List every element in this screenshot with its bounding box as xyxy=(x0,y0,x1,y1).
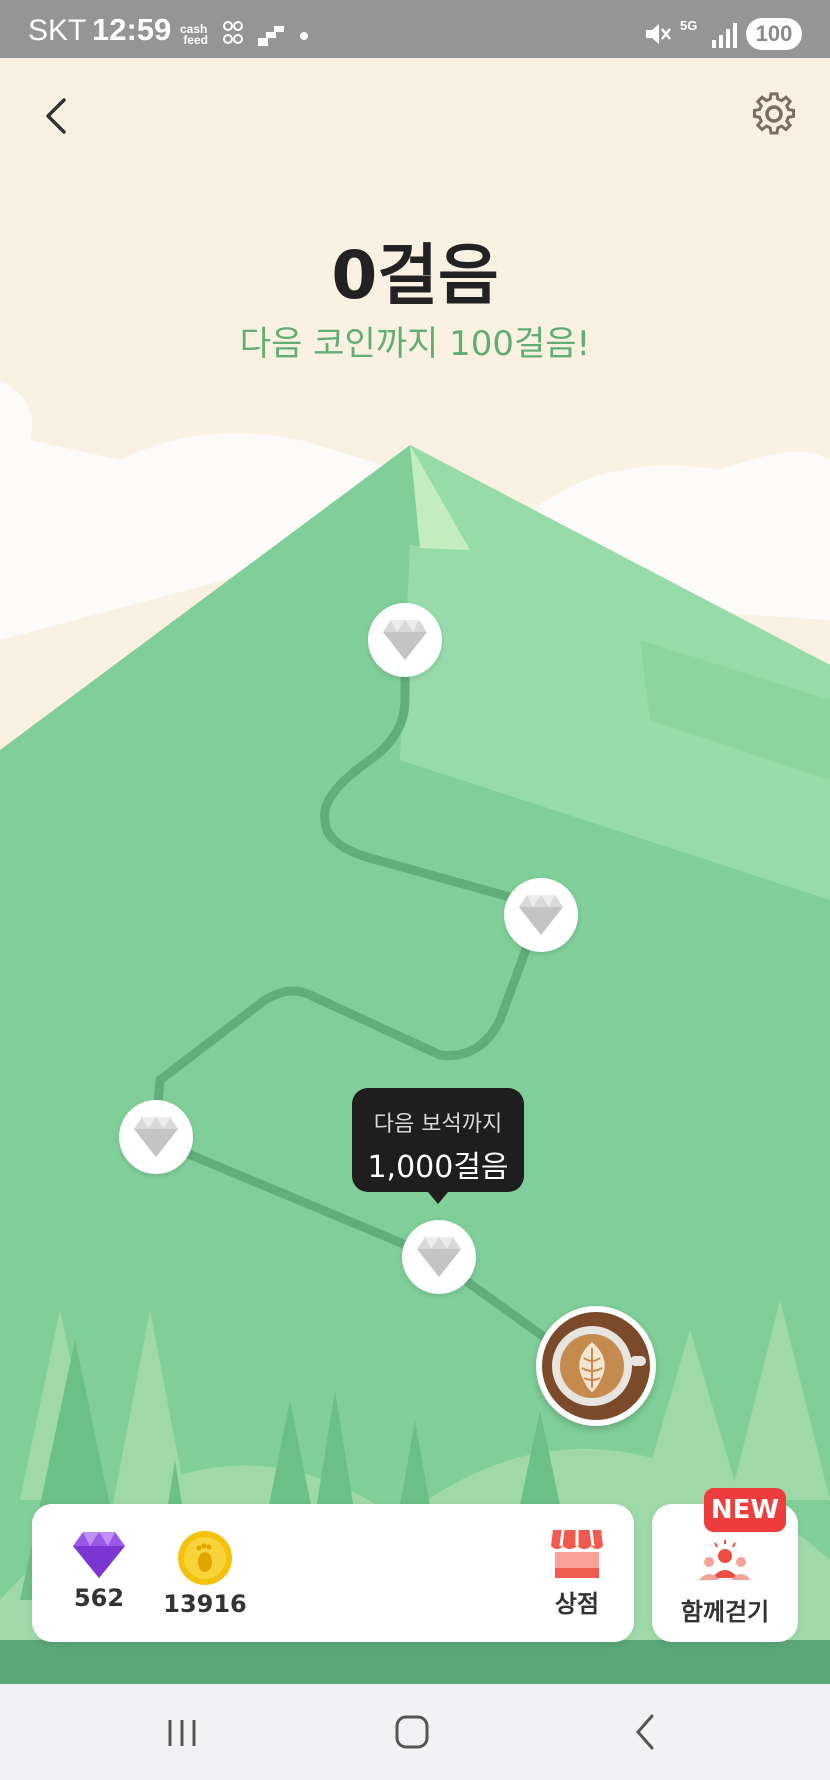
gem-checkpoint[interactable] xyxy=(119,1100,193,1174)
diamond-icon xyxy=(383,620,427,660)
settings-button[interactable] xyxy=(744,84,804,144)
signal-icon xyxy=(712,23,737,48)
step-count: 0걸음 xyxy=(331,237,499,314)
recent-apps-icon xyxy=(168,1720,196,1746)
nav-back-button[interactable] xyxy=(616,1706,676,1758)
purple-diamond-icon xyxy=(73,1532,125,1578)
walk-together-content: 함께걷기 xyxy=(652,1538,798,1627)
mute-icon xyxy=(646,24,671,44)
notification-dot xyxy=(300,32,308,40)
coffee-cup-icon xyxy=(542,1312,650,1420)
app-notification-icon xyxy=(223,21,243,44)
battery-indicator: 100 xyxy=(746,18,802,50)
shop-button[interactable]: 상점 xyxy=(542,1528,612,1619)
user-avatar[interactable] xyxy=(536,1306,656,1426)
tooltip-caption: 다음 보석까지 xyxy=(373,1112,503,1137)
home-button[interactable] xyxy=(382,1706,442,1758)
coin-count: 13916 xyxy=(163,1590,247,1618)
walk-together-label: 함께걷기 xyxy=(680,1598,770,1626)
new-badge: NEW xyxy=(704,1488,786,1532)
chevron-left-icon xyxy=(46,98,66,134)
cash-feed-icon: cash feed xyxy=(180,22,209,47)
home-icon xyxy=(395,1715,429,1749)
diamond-icon xyxy=(417,1237,461,1277)
diamond-icon xyxy=(134,1117,178,1157)
diamond-icon xyxy=(519,895,563,935)
back-button[interactable] xyxy=(28,86,88,146)
gem-checkpoint[interactable] xyxy=(368,603,442,677)
shop-label: 상점 xyxy=(554,1590,600,1618)
gem-balance[interactable]: 562 xyxy=(54,1530,144,1612)
system-navigation-bar xyxy=(0,1684,830,1780)
coin-balance[interactable]: 13916 xyxy=(150,1530,260,1618)
steps-icon xyxy=(258,26,284,46)
footprint-coin-icon xyxy=(178,1531,232,1585)
clock: 12:59 xyxy=(92,12,172,47)
group-people-icon xyxy=(699,1540,751,1580)
store-icon xyxy=(551,1529,603,1578)
next-gem-tooltip: 다음 보석까지 1,000걸음 xyxy=(352,1088,524,1204)
network-icon: 5G xyxy=(680,18,698,33)
carrier-label: SKT xyxy=(28,14,87,47)
gem-checkpoint[interactable] xyxy=(504,878,578,952)
status-bar: SKT 12:59 cash feed 5G 100 xyxy=(0,0,830,58)
back-arrow-icon xyxy=(636,1714,654,1750)
tooltip-steps: 1,000걸음 xyxy=(367,1150,509,1185)
wallet-card: 562 13916 상점 xyxy=(32,1504,634,1642)
next-coin-message: 다음 코인까지 100걸음! xyxy=(239,324,591,364)
gear-icon xyxy=(752,92,796,135)
gem-checkpoint-next[interactable] xyxy=(402,1220,476,1294)
recent-apps-button[interactable] xyxy=(152,1706,212,1758)
gem-count: 562 xyxy=(73,1584,125,1612)
